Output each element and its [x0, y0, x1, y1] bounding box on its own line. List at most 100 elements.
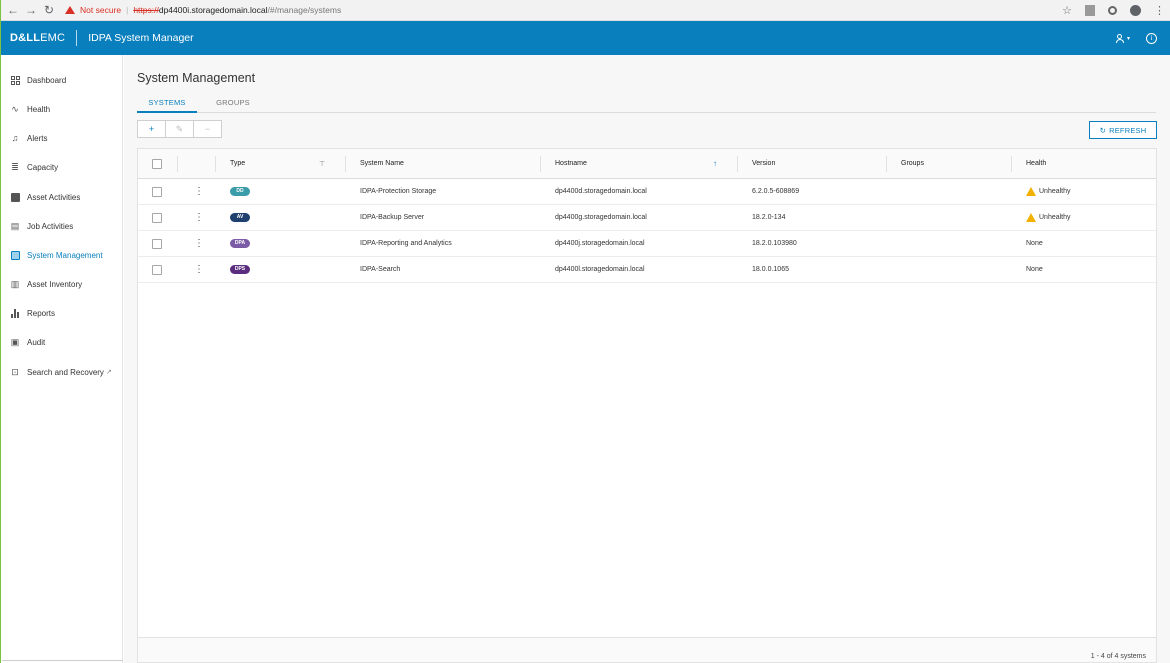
add-button[interactable]: + — [137, 120, 166, 138]
system-name-cell: IDPA-Backup Server — [360, 214, 425, 221]
dashboard-grid-icon — [10, 75, 20, 85]
column-header-type[interactable]: Type — [230, 149, 245, 178]
app-header: D&LLEMC IDPA System Manager ▾ i — [1, 21, 1170, 55]
hostname-cell: dp4400l.storagedomain.local — [555, 266, 645, 273]
health-cell: None — [1026, 240, 1043, 247]
sidebar-item-label: Audit — [27, 337, 46, 347]
user-icon — [1115, 33, 1124, 43]
warning-icon — [1026, 213, 1036, 222]
system-name-cell: IDPA-Reporting and Analytics — [360, 240, 452, 247]
select-all-checkbox[interactable] — [152, 149, 162, 178]
page-title: System Management — [137, 71, 256, 85]
browser-menu-icon[interactable]: ⋮ — [1154, 4, 1165, 17]
sidebar-item-label: Asset Inventory — [27, 279, 83, 289]
security-label: Not secure — [80, 5, 122, 15]
row-checkbox[interactable] — [152, 257, 162, 282]
refresh-button[interactable]: ↻ REFRESH — [1089, 121, 1157, 139]
reload-icon[interactable]: ↻ — [41, 3, 57, 17]
system-type-badge: DD — [230, 179, 250, 204]
row-actions-icon[interactable]: ⋮ — [194, 179, 204, 204]
search-recovery-icon: ⊡ — [11, 366, 19, 377]
row-actions-icon[interactable]: ⋮ — [194, 257, 204, 282]
job-activities-icon: ▤ — [10, 220, 20, 231]
sidebar-item-asset-activities[interactable]: Asset Activities — [10, 192, 80, 202]
sidebar-item-label: Asset Activities — [27, 192, 81, 202]
system-type-badge: DPS — [230, 257, 250, 282]
systems-table: Type ⊤ System Name Hostname ↑ Version Gr… — [137, 148, 1157, 663]
url-scheme: https:// — [133, 5, 159, 15]
version-cell: 6.2.0.5-608869 — [752, 188, 800, 195]
row-actions-icon[interactable]: ⋮ — [194, 205, 204, 230]
bookmark-star-icon[interactable]: ☆ — [1062, 4, 1072, 17]
sidebar-item-search-and-recovery[interactable]: ⊡ Search and Recovery ↗ — [10, 367, 112, 377]
column-header-version[interactable]: Version — [752, 149, 775, 178]
table-row[interactable]: ⋮ DPS IDPA-Search dp4400l.storagedomain.… — [138, 257, 1156, 283]
warning-icon — [1026, 187, 1036, 196]
refresh-icon: ↻ — [1099, 125, 1107, 135]
sidebar-item-asset-inventory[interactable]: ▥ Asset Inventory — [10, 279, 82, 289]
main-content: System Management SYSTEMS GROUPS + ✎ − ↻… — [124, 55, 1170, 663]
address-bar[interactable]: Not secure | https:// dp4400i.storagedom… — [65, 5, 341, 15]
back-arrow-icon[interactable]: ← — [5, 3, 21, 17]
system-name-cell: IDPA-Protection Storage — [360, 188, 437, 195]
tab-bar: SYSTEMS GROUPS — [137, 96, 1156, 113]
info-icon[interactable]: i — [1146, 32, 1157, 44]
sidebar-divider — [2, 660, 123, 661]
sidebar-item-dashboard[interactable]: Dashboard — [10, 75, 66, 85]
system-type-badge: AV — [230, 205, 250, 230]
sidebar-item-system-management[interactable]: System Management — [10, 250, 103, 260]
table-row[interactable]: ⋮ AV IDPA-Backup Server dp4400g.storaged… — [138, 205, 1156, 231]
extension-ring-icon[interactable] — [1108, 6, 1117, 15]
user-menu[interactable]: ▾ — [1115, 33, 1130, 43]
sidebar-item-health[interactable]: ∿ Health — [10, 104, 50, 114]
sort-ascending-icon[interactable]: ↑ — [713, 149, 717, 178]
sidebar-item-label: Health — [27, 104, 51, 114]
column-header-health[interactable]: Health — [1026, 149, 1046, 178]
bell-icon: ♫ — [11, 133, 19, 143]
filter-icon[interactable]: ⊤ — [319, 149, 325, 178]
pulse-icon: ∿ — [11, 103, 19, 114]
sidebar-item-reports[interactable]: Reports — [10, 308, 55, 318]
row-actions-icon[interactable]: ⋮ — [194, 231, 204, 256]
table-header-row: Type ⊤ System Name Hostname ↑ Version Gr… — [138, 149, 1156, 179]
row-checkbox[interactable] — [152, 231, 162, 256]
pdf-extension-icon[interactable] — [1085, 5, 1095, 16]
version-cell: 18.0.0.1065 — [752, 266, 789, 273]
row-checkbox[interactable] — [152, 205, 162, 230]
app-title: IDPA System Manager — [88, 32, 194, 44]
sidebar-item-label: Dashboard — [27, 75, 67, 85]
row-checkbox[interactable] — [152, 179, 162, 204]
profile-icon[interactable] — [1130, 5, 1141, 16]
version-cell: 18.2.0-134 — [752, 214, 786, 221]
table-row[interactable]: ⋮ DPA IDPA-Reporting and Analytics dp440… — [138, 231, 1156, 257]
sidebar-item-alerts[interactable]: ♫ Alerts — [10, 133, 48, 143]
sidebar-item-label: Capacity — [27, 162, 59, 172]
chevron-down-icon: ▾ — [1126, 35, 1130, 42]
dell-emc-logo: D&LLEMC — [10, 32, 66, 44]
edit-button[interactable]: ✎ — [165, 120, 194, 138]
version-cell: 18.2.0.103980 — [752, 240, 797, 247]
url-path: /#/manage/systems — [267, 5, 342, 15]
hostname-cell: dp4400j.storagedomain.local — [555, 240, 645, 247]
column-header-system-name[interactable]: System Name — [360, 149, 404, 178]
column-header-groups[interactable]: Groups — [901, 149, 924, 178]
sidebar-item-job-activities[interactable]: ▤ Job Activities — [10, 220, 74, 231]
external-link-icon: ↗ — [105, 369, 112, 376]
bar-chart-icon — [10, 308, 20, 318]
delete-button[interactable]: − — [193, 120, 222, 138]
system-type-badge: DPA — [230, 231, 250, 256]
tab-groups[interactable]: GROUPS — [207, 96, 259, 113]
hostname-cell: dp4400d.storagedomain.local — [555, 188, 647, 195]
forward-arrow-icon[interactable]: → — [23, 3, 39, 17]
tab-systems[interactable]: SYSTEMS — [137, 96, 197, 113]
sidebar-item-capacity[interactable]: ≣ Capacity — [10, 162, 58, 172]
health-cell: Unhealthy — [1026, 179, 1071, 204]
sidebar-item-label: Job Activities — [27, 221, 74, 231]
system-name-cell: IDPA-Search — [360, 266, 401, 273]
sidebar-item-audit[interactable]: ▣ Audit — [10, 337, 46, 347]
system-management-icon — [10, 250, 20, 260]
asset-activities-icon — [10, 192, 20, 202]
browser-toolbar: ← → ↻ Not secure | https:// dp4400i.stor… — [1, 0, 1170, 21]
table-row[interactable]: ⋮ DD IDPA-Protection Storage dp4400d.sto… — [138, 179, 1156, 205]
column-header-hostname[interactable]: Hostname — [555, 149, 587, 178]
